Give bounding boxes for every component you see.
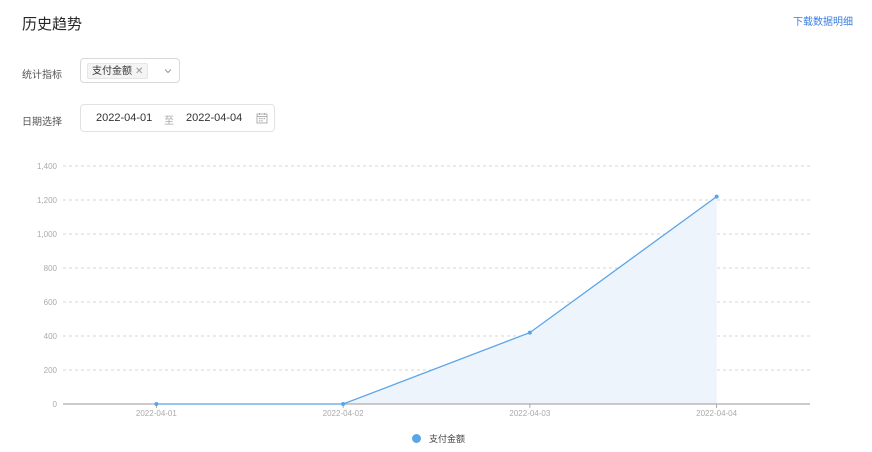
metric-tag: 支付金额 ✕ [87,63,149,79]
legend-swatch [412,434,421,443]
date-end-input[interactable]: 2022-04-04 [186,112,242,124]
y-tick-label: 200 [44,366,58,375]
metric-label: 统计指标 [22,70,62,81]
y-tick-label: 1,000 [37,230,58,239]
metric-select[interactable]: 支付金额 ✕ [80,58,180,83]
y-tick-label: 1,400 [37,162,58,171]
y-tick-label: 600 [44,298,58,307]
y-tick-label: 400 [44,332,58,341]
y-tick-label: 800 [44,264,58,273]
chevron-down-icon[interactable] [163,66,173,76]
date-range-picker[interactable]: 2022-04-01 至 2022-04-04 [80,104,275,132]
data-point [341,402,346,406]
close-icon[interactable]: ✕ [135,66,143,77]
y-tick-label: 0 [53,400,58,409]
y-tick-label: 1,200 [37,196,58,205]
x-tick-label: 2022-04-01 [136,409,177,418]
data-point [527,330,532,335]
x-tick-label: 2022-04-02 [323,409,364,418]
legend-label: 支付金额 [429,434,466,444]
x-tick-label: 2022-04-03 [509,409,550,418]
download-details-link[interactable]: 下载数据明细 [793,13,853,28]
series-area [156,196,717,404]
date-label: 日期选择 [22,117,62,128]
date-separator: 至 [164,116,174,127]
data-point [154,402,159,406]
calendar-icon[interactable] [256,112,268,124]
chart-legend[interactable]: 支付金额 [412,432,465,445]
metric-tag-label: 支付金额 [92,66,132,77]
date-start-input[interactable]: 2022-04-01 [96,112,152,124]
page-title: 历史趋势 [22,16,83,33]
x-tick-label: 2022-04-04 [696,409,737,418]
data-point [714,194,719,199]
history-trend-chart: 0 200 400 600 800 1,000 1,200 1,400 2022-04-01 2… [37,162,810,418]
